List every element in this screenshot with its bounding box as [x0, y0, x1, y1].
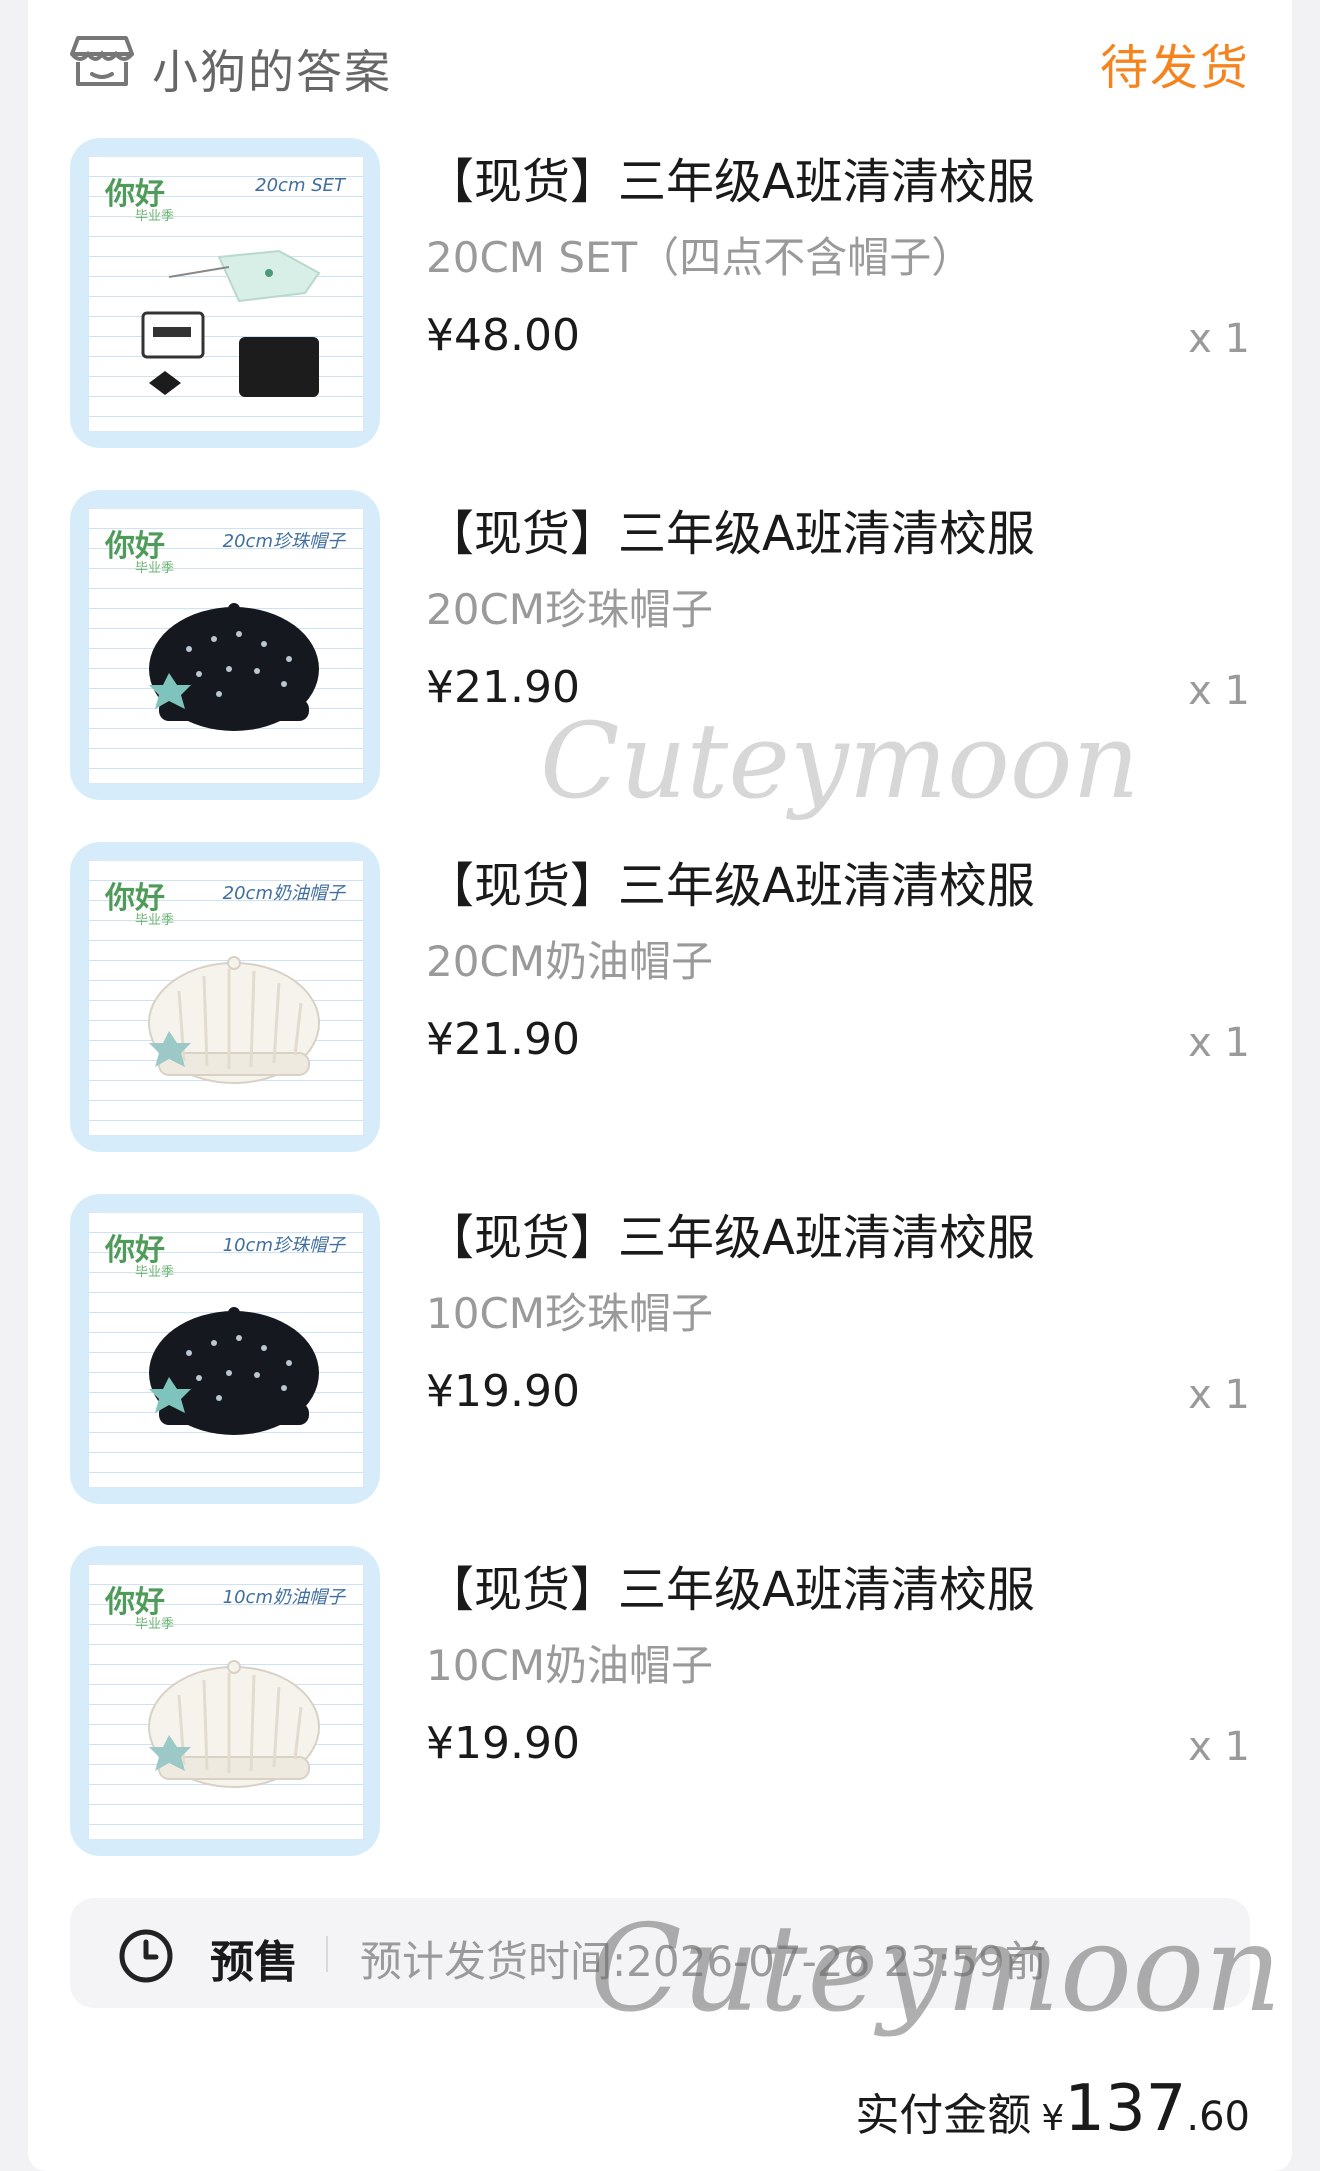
product-spec: 20CM珍珠帽子: [426, 585, 714, 634]
thumb-sub-text: 毕业季: [135, 1265, 175, 1280]
product-thumbnail[interactable]: 你好 毕业季 20cm珍珠帽子: [70, 490, 380, 800]
product-price: ¥48.00: [426, 310, 580, 361]
product-thumbnail[interactable]: 你好 毕业季 10cm奶油帽子: [70, 1546, 380, 1856]
black-pearl-beret-image: [149, 1307, 319, 1435]
order-item[interactable]: 你好 毕业季 20cm奶油帽子 【现货】三年级A班清清校服 20CM奶油帽子 ¥…: [70, 842, 1250, 1154]
cream-beret-image: [148, 1660, 320, 1788]
product-spec: 10CM珍珠帽子: [426, 1289, 714, 1338]
order-status: 待发货: [1099, 40, 1250, 96]
thumb-tag: 20cm SET: [255, 175, 345, 196]
product-qty: x 1: [1188, 1020, 1250, 1066]
product-title: 【现货】三年级A班清清校服: [426, 858, 1035, 914]
product-title: 【现货】三年级A班清清校服: [426, 506, 1035, 562]
shop-name[interactable]: 小狗的答案: [152, 36, 392, 102]
order-header: 小狗的答案 待发货: [70, 26, 1250, 99]
order-item[interactable]: 你好 毕业季 10cm珍珠帽子 【现货】三年级A班清清校服 10CM珍珠帽子 ¥…: [70, 1194, 1250, 1506]
thumb-sub-text: 毕业季: [135, 209, 175, 224]
clock-icon: [119, 1929, 173, 1983]
product-qty: x 1: [1188, 1724, 1250, 1770]
presale-divider: [326, 1936, 328, 1972]
uniform-set-image: [141, 249, 321, 397]
total-paid: 实付金额 ¥137.60: [855, 2072, 1250, 2146]
product-thumbnail[interactable]: 你好 毕业季 20cm奶油帽子: [70, 842, 380, 1152]
product-price: ¥21.90: [426, 662, 580, 713]
product-qty: x 1: [1188, 668, 1250, 714]
shop-icon: [70, 36, 134, 86]
product-title: 【现货】三年级A班清清校服: [426, 154, 1035, 210]
product-price: ¥19.90: [426, 1366, 580, 1417]
product-spec: 20CM SET（四点不含帽子）: [426, 233, 974, 282]
thumb-tag: 10cm奶油帽子: [222, 1587, 345, 1608]
thumb-tag: 20cm珍珠帽子: [222, 531, 345, 552]
product-thumbnail[interactable]: 你好 毕业季 20cm SET: [70, 138, 380, 448]
cream-beret-image: [148, 956, 320, 1084]
presale-info-bar: 预售 预计发货时间:2026-07-26 23:59前: [70, 1898, 1250, 2008]
thumb-sub-text: 毕业季: [135, 913, 175, 928]
presale-label: 预售: [210, 1937, 298, 1988]
thumb-tag: 10cm珍珠帽子: [222, 1235, 345, 1256]
black-pearl-beret-image: [149, 603, 319, 731]
order-item[interactable]: 你好 毕业季 20cm SET 【现货】三年级A班清清校服 20CM SET（四…: [70, 138, 1250, 450]
total-currency: ¥: [1041, 2098, 1065, 2139]
order-item[interactable]: 你好 毕业季 20cm珍珠帽子 【现货】三年级A班清清校服 20CM珍珠帽子 ¥…: [70, 490, 1250, 802]
product-price: ¥19.90: [426, 1718, 580, 1769]
product-title: 【现货】三年级A班清清校服: [426, 1562, 1035, 1618]
product-spec: 20CM奶油帽子: [426, 937, 714, 986]
estimated-ship-time: 预计发货时间:2026-07-26 23:59前: [360, 1937, 1047, 1986]
product-price: ¥21.90: [426, 1014, 580, 1065]
product-qty: x 1: [1188, 316, 1250, 362]
product-thumbnail[interactable]: 你好 毕业季 10cm珍珠帽子: [70, 1194, 380, 1504]
total-amount-decimal: .60: [1186, 2094, 1250, 2140]
thumb-sub-text: 毕业季: [135, 1617, 175, 1632]
total-paid-label: 实付金额: [855, 2090, 1032, 2141]
thumb-sub-text: 毕业季: [135, 561, 175, 576]
product-qty: x 1: [1188, 1372, 1250, 1418]
product-spec: 10CM奶油帽子: [426, 1641, 714, 1690]
product-title: 【现货】三年级A班清清校服: [426, 1210, 1035, 1266]
thumb-tag: 20cm奶油帽子: [222, 883, 345, 904]
total-amount-integer: 137: [1064, 2072, 1187, 2146]
order-item[interactable]: 你好 毕业季 10cm奶油帽子 【现货】三年级A班清清校服 10CM奶油帽子 ¥…: [70, 1546, 1250, 1858]
